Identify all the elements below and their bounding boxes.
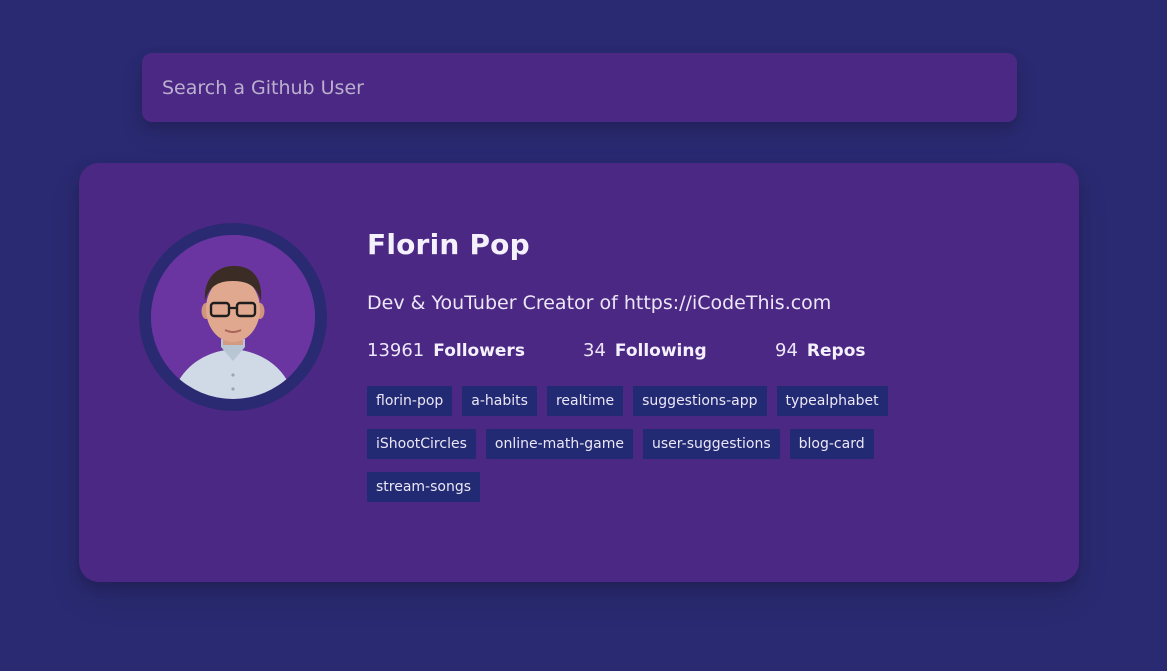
user-stats: 13961 Followers 34 Following 94 Repos bbox=[367, 338, 1007, 362]
following-count: 34 bbox=[583, 339, 606, 361]
repo-link[interactable]: online-math-game bbox=[485, 429, 633, 459]
following-stat: 34 Following bbox=[583, 340, 775, 361]
repos-stat: 94 Repos bbox=[775, 340, 866, 361]
followers-label: Followers bbox=[433, 340, 525, 361]
followers-stat: 13961 Followers bbox=[367, 340, 583, 361]
repo-link[interactable]: suggestions-app bbox=[633, 386, 767, 416]
followers-count: 13961 bbox=[367, 339, 425, 361]
user-card: Florin Pop Dev & YouTuber Creator of htt… bbox=[79, 163, 1079, 582]
repo-link[interactable]: blog-card bbox=[789, 429, 874, 459]
repos-count: 94 bbox=[775, 339, 798, 361]
repo-link[interactable]: typealphabet bbox=[776, 386, 888, 416]
repo-link[interactable]: a-habits bbox=[462, 386, 537, 416]
avatar bbox=[139, 223, 327, 411]
user-name: Florin Pop bbox=[367, 228, 530, 261]
repo-link[interactable]: iShootCircles bbox=[367, 429, 476, 459]
following-label: Following bbox=[614, 340, 707, 361]
repo-link[interactable]: stream-songs bbox=[367, 472, 481, 502]
search-input[interactable] bbox=[142, 53, 1017, 122]
repos-label: Repos bbox=[806, 340, 866, 361]
repo-link[interactable]: florin-pop bbox=[367, 386, 453, 416]
user-bio: Dev & YouTuber Creator of https://iCodeT… bbox=[367, 292, 832, 314]
user-info: Florin Pop Dev & YouTuber Creator of htt… bbox=[367, 227, 1007, 515]
repo-link[interactable]: realtime bbox=[546, 386, 624, 416]
repo-link[interactable]: user-suggestions bbox=[643, 429, 780, 459]
avatar-image bbox=[151, 235, 315, 399]
repo-list: florin-pop a-habits realtime suggestions… bbox=[367, 386, 967, 515]
search-bar bbox=[142, 53, 1017, 122]
